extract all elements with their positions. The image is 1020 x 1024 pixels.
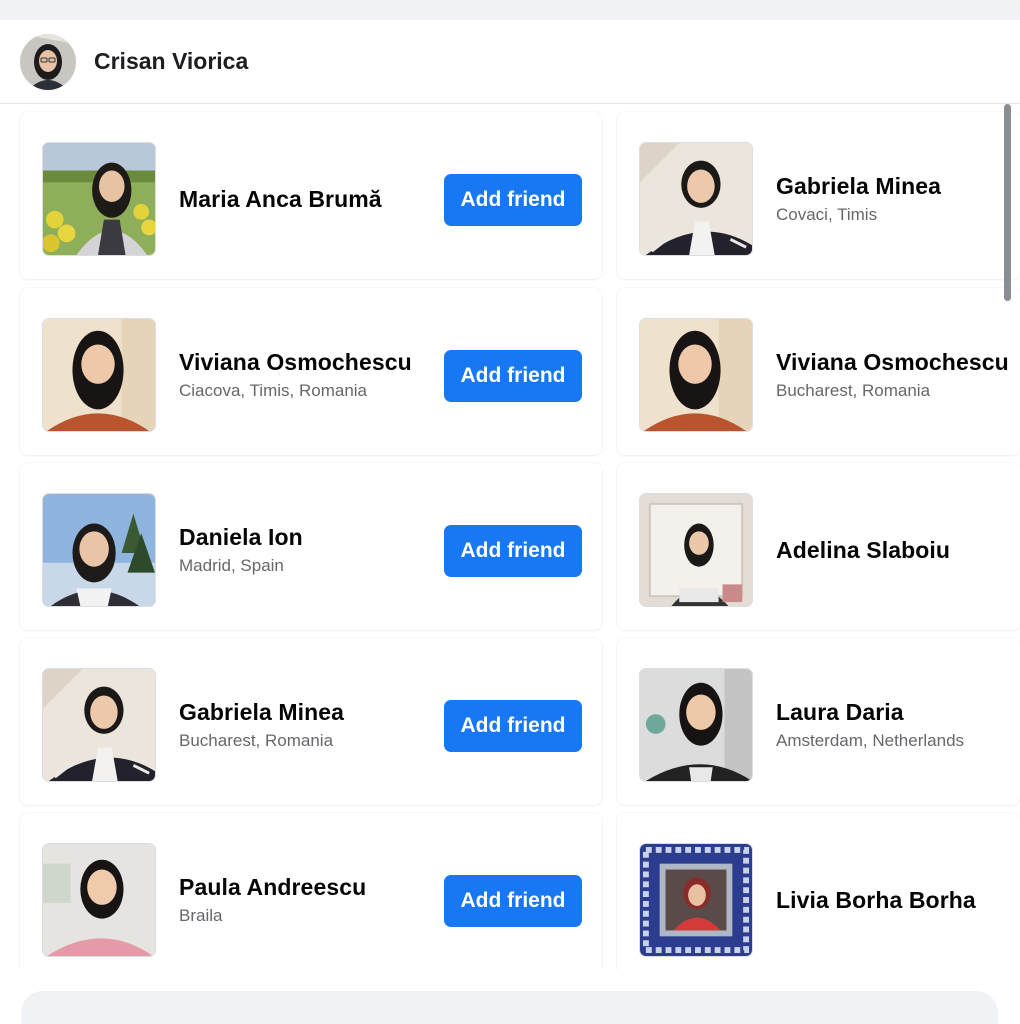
- friend-location: Covaci, Timis: [776, 205, 878, 224]
- suggestion-card[interactable]: Gabriela Minea Bucharest, Romania Add fr…: [20, 638, 602, 805]
- suggestion-card[interactable]: Daniela Ion Madrid, Spain Add friend: [20, 463, 602, 630]
- friend-name[interactable]: Daniela Ion: [179, 524, 442, 551]
- profile-photo[interactable]: [42, 843, 156, 957]
- profile-photo[interactable]: [639, 668, 753, 782]
- profile-photo[interactable]: [639, 843, 753, 957]
- suggestion-card[interactable]: Viviana Osmochescu Ciacova, Timis, Roman…: [20, 288, 602, 455]
- friend-location: Bucharest, Romania: [179, 731, 334, 750]
- avatar[interactable]: [20, 33, 76, 90]
- profile-photo[interactable]: [639, 142, 753, 256]
- friend-suggestions-list: Maria Anca Brumă Add friend Gabriela Min…: [0, 104, 1020, 970]
- profile-photo[interactable]: [639, 318, 753, 432]
- profile-header: Crisan Viorica: [0, 20, 1020, 104]
- friend-name[interactable]: Maria Anca Brumă: [179, 186, 442, 213]
- add-friend-button[interactable]: Add friend: [444, 525, 582, 577]
- friend-name[interactable]: Adelina Slaboiu: [776, 537, 1020, 564]
- suggestion-card[interactable]: Livia Borha Borha: [617, 813, 1020, 970]
- suggestion-card[interactable]: Paula Andreescu Braila Add friend: [20, 813, 602, 970]
- suggestion-card[interactable]: Gabriela Minea Covaci, Timis: [617, 112, 1020, 279]
- friend-location: Bucharest, Romania: [776, 381, 931, 400]
- add-friend-button[interactable]: Add friend: [444, 875, 582, 927]
- friend-location: Ciacova, Timis, Romania: [179, 381, 368, 400]
- friend-name[interactable]: Viviana Osmochescu: [179, 349, 442, 376]
- friend-name[interactable]: Viviana Osmochescu: [776, 349, 1020, 376]
- bottom-bar: [0, 970, 1020, 1024]
- profile-photo[interactable]: [639, 493, 753, 607]
- friend-name[interactable]: Laura Daria: [776, 699, 1020, 726]
- profile-photo[interactable]: [42, 493, 156, 607]
- profile-photo[interactable]: [42, 668, 156, 782]
- profile-name[interactable]: Crisan Viorica: [94, 48, 248, 75]
- add-friend-button[interactable]: Add friend: [444, 174, 582, 226]
- friend-name[interactable]: Gabriela Minea: [179, 699, 442, 726]
- friend-location: Braila: [179, 906, 223, 925]
- suggestion-card[interactable]: Laura Daria Amsterdam, Netherlands: [617, 638, 1020, 805]
- bottom-input-field[interactable]: [21, 991, 998, 1024]
- add-friend-button[interactable]: Add friend: [444, 350, 582, 402]
- add-friend-button[interactable]: Add friend: [444, 700, 582, 752]
- profile-photo[interactable]: [42, 318, 156, 432]
- scrollbar[interactable]: [1004, 104, 1011, 301]
- top-strip: [0, 0, 1020, 20]
- friend-name[interactable]: Gabriela Minea: [776, 173, 1020, 200]
- profile-photo[interactable]: [42, 142, 156, 256]
- friend-name[interactable]: Livia Borha Borha: [776, 887, 1020, 914]
- suggestion-card[interactable]: Adelina Slaboiu: [617, 463, 1020, 630]
- friend-location: Madrid, Spain: [179, 556, 284, 575]
- friend-name[interactable]: Paula Andreescu: [179, 874, 442, 901]
- suggestion-card[interactable]: Maria Anca Brumă Add friend: [20, 112, 602, 279]
- friend-location: Amsterdam, Netherlands: [776, 731, 965, 750]
- suggestion-card[interactable]: Viviana Osmochescu Bucharest, Romania: [617, 288, 1020, 455]
